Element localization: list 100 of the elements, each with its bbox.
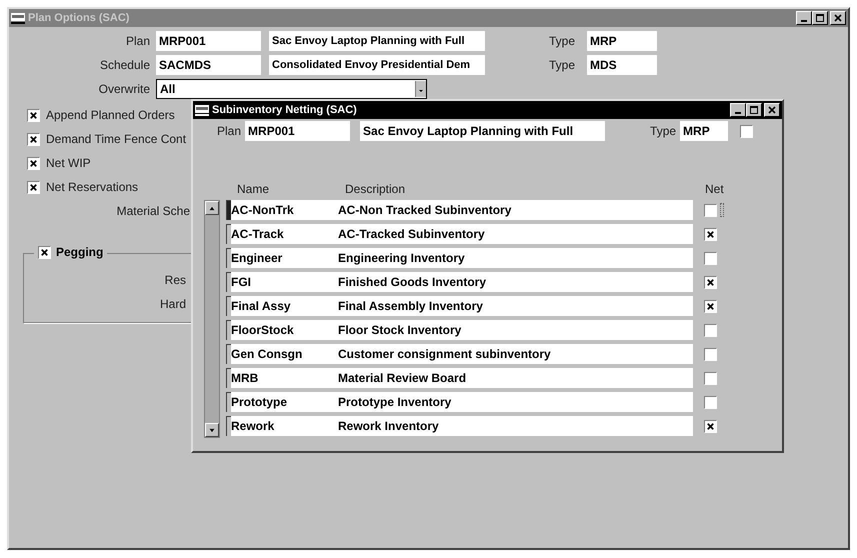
cross-mark-icon (29, 110, 38, 120)
name-cell-text: Prototype (231, 395, 288, 409)
checkbox-label: Demand Time Fence Cont (46, 132, 186, 146)
record-indicator[interactable] (226, 296, 231, 316)
minimize-button[interactable] (730, 103, 746, 117)
type-field[interactable]: MRP (680, 121, 728, 141)
window-title: Subinventory Netting (SAC) (212, 104, 357, 116)
cross-mark-icon (29, 134, 38, 144)
group-title: Pegging (56, 245, 104, 259)
focus-marker (720, 203, 724, 217)
description-cell: Material Review Board (338, 371, 466, 385)
table-row[interactable]: FGI Finished Goods Inventory (231, 272, 693, 292)
cross-mark-icon (29, 158, 38, 168)
maximize-button[interactable] (812, 11, 828, 25)
checkbox[interactable] (27, 108, 40, 122)
name-cell-text: MRB (231, 371, 260, 385)
description-cell: Rework Inventory (338, 419, 439, 433)
name-cell-text: AC-Track (231, 227, 285, 241)
checkbox[interactable] (27, 156, 40, 170)
table-row[interactable]: Engineer Engineering Inventory (231, 248, 693, 268)
close-button[interactable] (764, 103, 780, 117)
description-cell: Floor Stock Inventory (338, 323, 462, 337)
name-cell-text: Rework (231, 419, 276, 433)
description-cell: Final Assembly Inventory (338, 299, 483, 313)
field-label: Plan (217, 124, 242, 138)
field-label: Overwrite (98, 82, 150, 96)
column-header: Name (237, 182, 270, 198)
table-row[interactable]: Final Assy Final Assembly Inventory (231, 296, 693, 316)
column-header: Description (345, 182, 406, 198)
record-indicator[interactable] (226, 320, 231, 340)
checkbox[interactable] (38, 246, 51, 258)
cross-mark-icon (706, 230, 715, 238)
name-cell-text: AC-NonTrk (231, 203, 295, 217)
table-row[interactable]: Gen Consgn Customer consignment subinventory (231, 344, 693, 364)
description-cell: Prototype Inventory (338, 395, 452, 409)
maximize-icon (749, 105, 759, 115)
minimize-button[interactable] (796, 11, 812, 25)
type-field[interactable]: MDS (587, 55, 657, 75)
checkbox[interactable] (704, 204, 717, 216)
table-row[interactable]: MRB Material Review Board (231, 368, 693, 388)
checkbox[interactable] (704, 324, 717, 336)
field-label: Type (549, 34, 576, 48)
field-label: Type (650, 124, 676, 138)
record-indicator[interactable] (226, 392, 231, 412)
checkbox[interactable] (704, 372, 717, 384)
field-label: Res (164, 273, 186, 287)
checkbox[interactable] (27, 180, 40, 194)
description-field[interactable]: Sac Envoy Laptop Planning with Full (269, 31, 485, 51)
checkbox-label: Net WIP (46, 156, 91, 170)
code-field[interactable]: SACMDS (156, 55, 261, 75)
table-row[interactable]: Rework Rework Inventory (231, 416, 693, 436)
checkbox[interactable] (704, 396, 717, 408)
name-cell-text: FloorStock (231, 323, 295, 337)
checkbox[interactable] (704, 276, 717, 288)
checkbox[interactable] (704, 300, 717, 312)
description-cell: AC-Tracked Subinventory (338, 227, 485, 241)
scrollbar[interactable] (204, 200, 220, 438)
description-field[interactable]: Sac Envoy Laptop Planning with Full (360, 121, 606, 141)
close-button[interactable] (830, 11, 846, 25)
record-indicator[interactable] (226, 368, 231, 388)
maximize-icon (815, 13, 825, 23)
description-cell: Customer consignment subinventory (338, 347, 551, 361)
down-arrow-icon (208, 428, 216, 432)
field-label: Material Sche (116, 204, 190, 218)
cross-mark-icon (706, 278, 715, 286)
maximize-button[interactable] (746, 103, 762, 117)
cross-mark-icon (706, 302, 715, 310)
name-cell-text: Gen Consgn (231, 347, 304, 361)
scroll-up-button[interactable] (205, 201, 219, 215)
table-row[interactable]: Prototype Prototype Inventory (231, 392, 693, 412)
checkbox[interactable] (704, 348, 717, 360)
minimize-icon (801, 20, 807, 22)
cross-mark-icon (706, 422, 715, 430)
record-indicator[interactable] (226, 248, 231, 268)
record-indicator[interactable] (226, 272, 231, 292)
table-row[interactable]: AC-Track AC-Tracked Subinventory (231, 224, 693, 244)
checkbox[interactable] (27, 132, 40, 146)
record-indicator[interactable] (226, 344, 231, 364)
table-row[interactable]: FloorStock Floor Stock Inventory (231, 320, 693, 340)
checkbox-label: Append Planned Orders (46, 108, 175, 122)
close-icon (767, 105, 777, 115)
checkbox[interactable] (704, 228, 717, 240)
type-field[interactable]: MRP (587, 31, 657, 51)
field-label: Type (549, 58, 576, 72)
window-title: Plan Options (SAC) (28, 12, 130, 24)
app-icon (195, 104, 209, 116)
checkbox[interactable] (704, 252, 717, 264)
plan-field[interactable]: MRP001 (245, 121, 350, 141)
app-icon (11, 12, 25, 24)
code-field[interactable]: MRP001 (156, 31, 261, 51)
column-header: Net (705, 182, 724, 198)
record-indicator[interactable] (226, 416, 231, 436)
overwrite-dropdown[interactable]: All (156, 79, 427, 99)
checkbox[interactable] (704, 420, 717, 432)
table-row[interactable]: AC-NonTrk AC-Non Tracked Subinventory (231, 200, 693, 220)
checkbox[interactable] (740, 124, 754, 138)
field-label: Schedule (98, 58, 150, 72)
scroll-down-button[interactable] (205, 423, 219, 437)
record-indicator[interactable] (226, 224, 231, 244)
description-field[interactable]: Consolidated Envoy Presidential Dem (269, 55, 485, 75)
